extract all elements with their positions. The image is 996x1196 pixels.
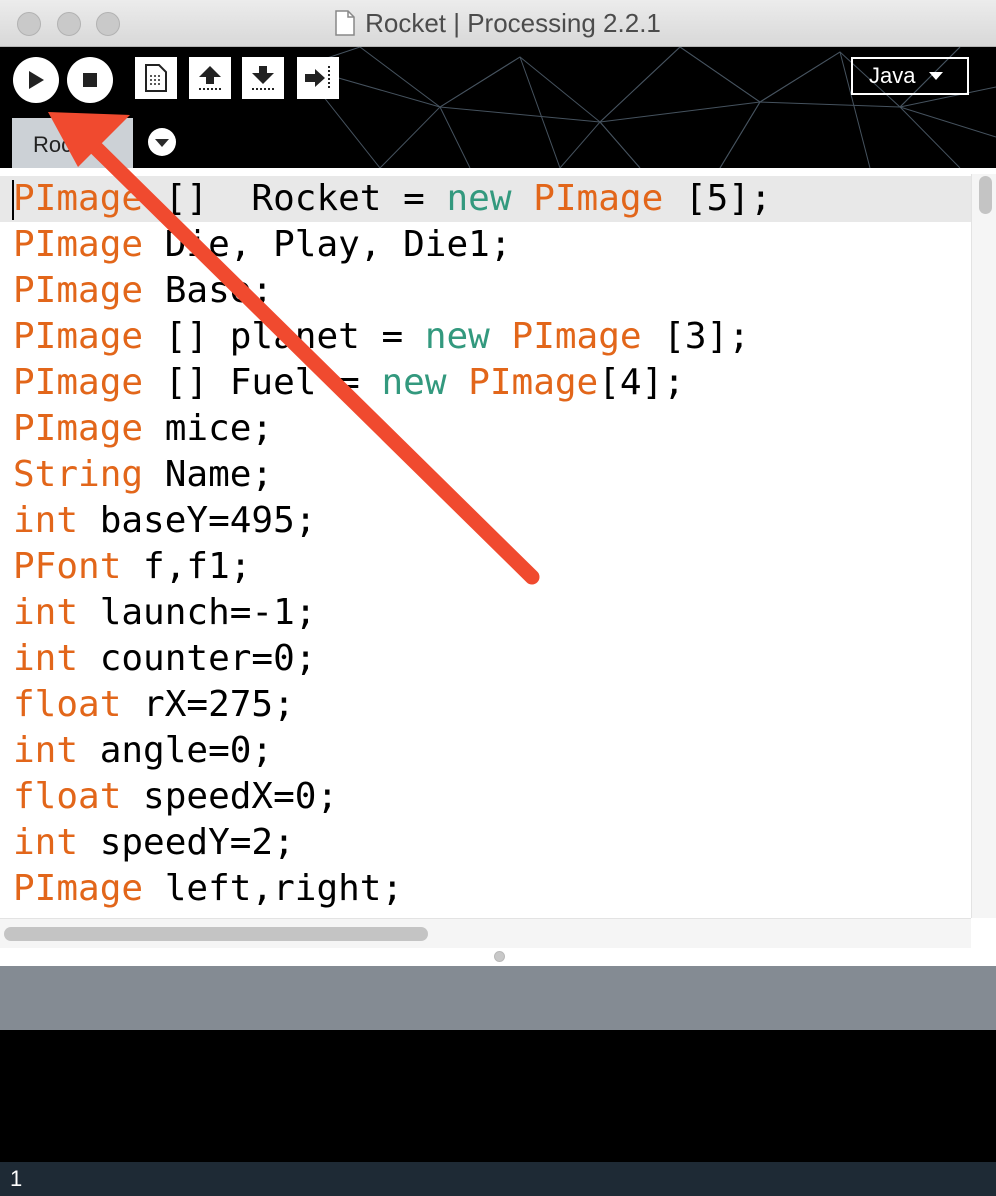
code-text: Name; [143, 454, 274, 495]
tab-rocket[interactable]: Rocket [12, 118, 133, 168]
code-keyword: int [13, 638, 79, 679]
code-text: baseY=495; [78, 500, 317, 541]
window-title: Rocket | Processing 2.2.1 [365, 8, 661, 38]
code-keyword: PImage [13, 408, 144, 449]
upload-arrow-icon [199, 66, 221, 90]
code-text: rX=275; [121, 684, 295, 725]
stop-button[interactable] [67, 57, 113, 103]
status-bar: 1 [0, 1162, 996, 1196]
mode-label: Java [869, 63, 916, 88]
code-keyword: PFont [13, 546, 122, 587]
code-text: [5]; [663, 178, 772, 219]
code-text: left,right; [143, 868, 404, 909]
code-keyword: new [424, 316, 490, 357]
tab-menu-button[interactable] [148, 128, 176, 156]
code-text: launch=-1; [78, 592, 317, 633]
code-keyword: PImage [13, 178, 144, 219]
line-number: 1 [10, 1166, 23, 1191]
code-keyword: int [13, 730, 79, 771]
pane-divider[interactable] [0, 948, 996, 966]
code-line[interactable]: float rX=275; [13, 682, 295, 728]
code-keyword: int [13, 500, 79, 541]
run-button[interactable] [13, 57, 59, 103]
export-button[interactable] [297, 57, 339, 99]
code-keyword: PImage [13, 270, 144, 311]
code-text: f,f1; [121, 546, 252, 587]
code-text: [] planet = [143, 316, 425, 357]
chevron-down-icon [155, 139, 169, 147]
code-line[interactable]: PImage [] planet = new PImage [3]; [13, 314, 750, 360]
code-keyword: PImage [533, 178, 664, 219]
mode-selector[interactable]: Java [851, 57, 969, 95]
export-arrow-icon [305, 66, 330, 90]
code-text: angle=0; [78, 730, 274, 771]
new-document-icon [145, 64, 167, 92]
code-line[interactable]: PImage [] Fuel = new PImage[4]; [13, 360, 685, 406]
code-line[interactable]: int baseY=495; [13, 498, 316, 544]
code-line[interactable]: int counter=0; [13, 636, 316, 682]
stop-icon [83, 73, 97, 87]
chevron-down-icon [929, 72, 944, 80]
code-keyword: float [13, 684, 122, 725]
console-area [0, 1030, 996, 1162]
code-line[interactable]: String Name; [13, 452, 273, 498]
toolbar: Java Rocket [0, 47, 996, 168]
code-text: Base; [143, 270, 274, 311]
code-line[interactable]: PImage Die, Play, Die1; [13, 222, 512, 268]
tab-label: Rocket [33, 132, 102, 157]
code-text: speedX=0; [121, 776, 339, 817]
text-cursor [12, 180, 14, 220]
save-button[interactable] [242, 57, 284, 99]
code-line[interactable]: PImage mice; [13, 406, 273, 452]
code-text: mice; [143, 408, 274, 449]
code-line[interactable]: float speedX=0; [13, 774, 338, 820]
code-keyword: PImage [13, 868, 144, 909]
open-button[interactable] [189, 57, 231, 99]
window-titlebar: Rocket | Processing 2.2.1 [0, 0, 996, 47]
code-keyword: PImage [511, 316, 642, 357]
code-keyword: int [13, 822, 79, 863]
vertical-scrollbar[interactable] [971, 174, 996, 918]
new-sketch-button[interactable] [135, 57, 177, 99]
code-keyword: int [13, 592, 79, 633]
code-keyword: new [381, 362, 447, 403]
code-text: [3]; [641, 316, 750, 357]
code-line[interactable]: int launch=-1; [13, 590, 316, 636]
code-text: [] Fuel = [143, 362, 382, 403]
code-text: [4]; [598, 362, 685, 403]
code-keyword: PImage [468, 362, 599, 403]
code-keyword: PImage [13, 362, 144, 403]
code-keyword: String [13, 454, 144, 495]
code-text: counter=0; [78, 638, 317, 679]
code-text: [] Rocket = [143, 178, 447, 219]
code-text: speedY=2; [78, 822, 295, 863]
document-icon [335, 10, 355, 43]
code-keyword: PImage [13, 224, 144, 265]
code-keyword: new [446, 178, 512, 219]
vertical-scrollbar-thumb[interactable] [979, 176, 992, 214]
message-area [0, 966, 996, 1030]
divider-handle[interactable] [494, 951, 505, 962]
code-text: Die, Play, Die1; [143, 224, 512, 265]
code-line[interactable]: PFont f,f1; [13, 544, 251, 590]
code-line[interactable]: PImage [] Rocket = new PImage [5]; [0, 176, 971, 222]
horizontal-scrollbar-thumb[interactable] [4, 927, 428, 941]
code-line[interactable]: PImage Base; [13, 268, 273, 314]
code-line[interactable]: PImage left,right; [13, 866, 403, 912]
code-line[interactable]: int speedY=2; [13, 820, 295, 866]
code-keyword: PImage [13, 316, 144, 357]
code-editor[interactable]: PImage [] Rocket = new PImage [5]; PImage… [0, 174, 971, 918]
code-keyword: float [13, 776, 122, 817]
play-icon [29, 71, 44, 89]
window-title-area: Rocket | Processing 2.2.1 [0, 8, 996, 43]
download-arrow-icon [252, 66, 274, 90]
code-line[interactable]: int angle=0; [13, 728, 273, 774]
